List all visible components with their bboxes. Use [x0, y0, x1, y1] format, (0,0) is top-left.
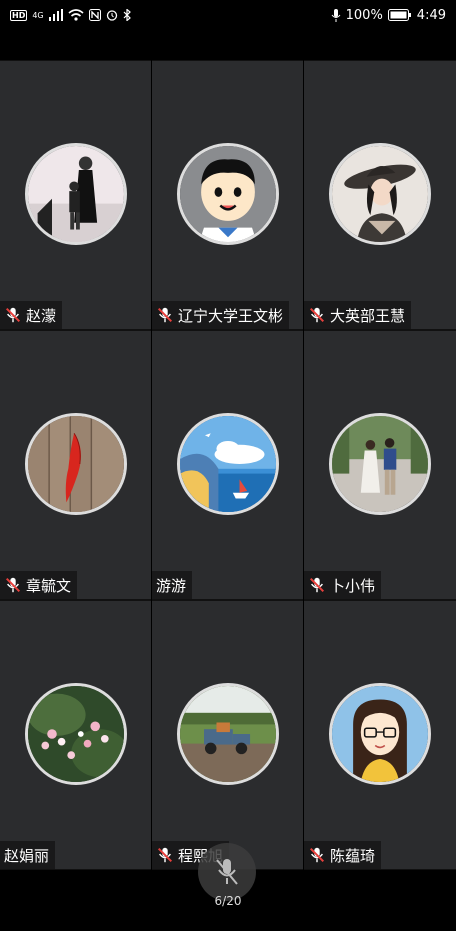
avatar [176, 683, 279, 785]
participant-name: 卜小伟 [330, 576, 376, 595]
battery-percent: 100% [345, 7, 383, 23]
avatar [329, 683, 431, 785]
mute-toggle-button[interactable] [198, 843, 256, 901]
avatar [329, 413, 431, 515]
mic-muted-icon [5, 577, 21, 593]
battery-icon [387, 9, 411, 21]
participant-tile[interactable]: 游游 [152, 330, 303, 600]
avatar [24, 683, 127, 785]
participant-name: 陈蕴琦 [330, 846, 376, 865]
status-right: 100% 4:49 [331, 8, 446, 23]
participant-tile[interactable]: 程熙旭 [152, 600, 303, 870]
avatar [24, 413, 127, 515]
avatar [24, 143, 127, 245]
page-indicator: 6/20 [214, 894, 242, 908]
name-tag: 卜小伟 [304, 571, 382, 599]
status-bar: HD 4G 100% 4:49 [0, 0, 456, 30]
photo-toy-truck [179, 686, 276, 782]
mic-muted-icon [309, 307, 325, 323]
network-type: 4G [32, 10, 44, 20]
clock: 4:49 [416, 7, 446, 23]
mic-muted-icon [157, 307, 173, 323]
name-tag: 赵濛 [0, 301, 63, 329]
mic-muted-icon [157, 847, 173, 863]
microphone-status-icon [331, 8, 341, 22]
cartoon-girl-avatar [332, 686, 428, 782]
participant-tile[interactable]: 大英部王慧 [304, 60, 456, 330]
photo-pink-flowers [27, 686, 124, 782]
participant-tile[interactable]: 赵濛 [0, 60, 151, 330]
microphone-muted-icon [216, 859, 238, 885]
photo-woman-hat [332, 146, 428, 242]
signal-icon [48, 9, 63, 21]
wifi-icon [68, 9, 84, 21]
name-tag: 游游 [152, 571, 193, 599]
mic-muted-icon [5, 307, 21, 323]
photo-couple-walking [332, 416, 428, 512]
cartoon-boy-avatar [179, 146, 276, 242]
nfc-icon [88, 9, 101, 21]
name-tag: 章毓文 [0, 571, 78, 599]
participant-name: 游游 [156, 576, 187, 595]
avatar [176, 143, 279, 245]
hd-badge: HD [10, 9, 28, 21]
participant-tile[interactable]: 卜小伟 [304, 330, 456, 600]
photo-woman-child [27, 146, 124, 242]
photo-red-leaf [27, 416, 124, 512]
alarm-icon [106, 10, 117, 21]
participant-name: 章毓文 [26, 576, 72, 595]
avatar [329, 143, 431, 245]
name-tag: 赵娟丽 [0, 841, 56, 869]
status-left: HD 4G [10, 9, 131, 21]
illustration-sky-boat [179, 416, 276, 512]
participant-name: 赵濛 [26, 306, 57, 325]
participant-tile[interactable]: 赵娟丽 [0, 600, 151, 870]
participant-name: 辽宁大学王文彬 [178, 306, 284, 325]
participant-tile[interactable]: 章毓文 [0, 330, 151, 600]
mic-muted-icon [309, 577, 325, 593]
name-tag: 大英部王慧 [304, 301, 412, 329]
participant-tile[interactable]: 陈蕴琦 [304, 600, 456, 870]
bluetooth-icon [123, 9, 131, 21]
avatar [176, 413, 279, 515]
name-tag: 辽宁大学王文彬 [152, 301, 290, 329]
name-tag: 陈蕴琦 [304, 841, 382, 869]
mic-muted-icon [309, 847, 325, 863]
participant-grid: 赵濛 辽宁大学王文彬 大英部王慧 章毓文 游游 卜小伟 赵娟丽 程熙旭 陈蕴琦 [0, 60, 456, 870]
participant-name: 大英部王慧 [330, 306, 406, 325]
participant-name: 赵娟丽 [4, 846, 50, 865]
participant-tile[interactable]: 辽宁大学王文彬 [152, 60, 303, 330]
